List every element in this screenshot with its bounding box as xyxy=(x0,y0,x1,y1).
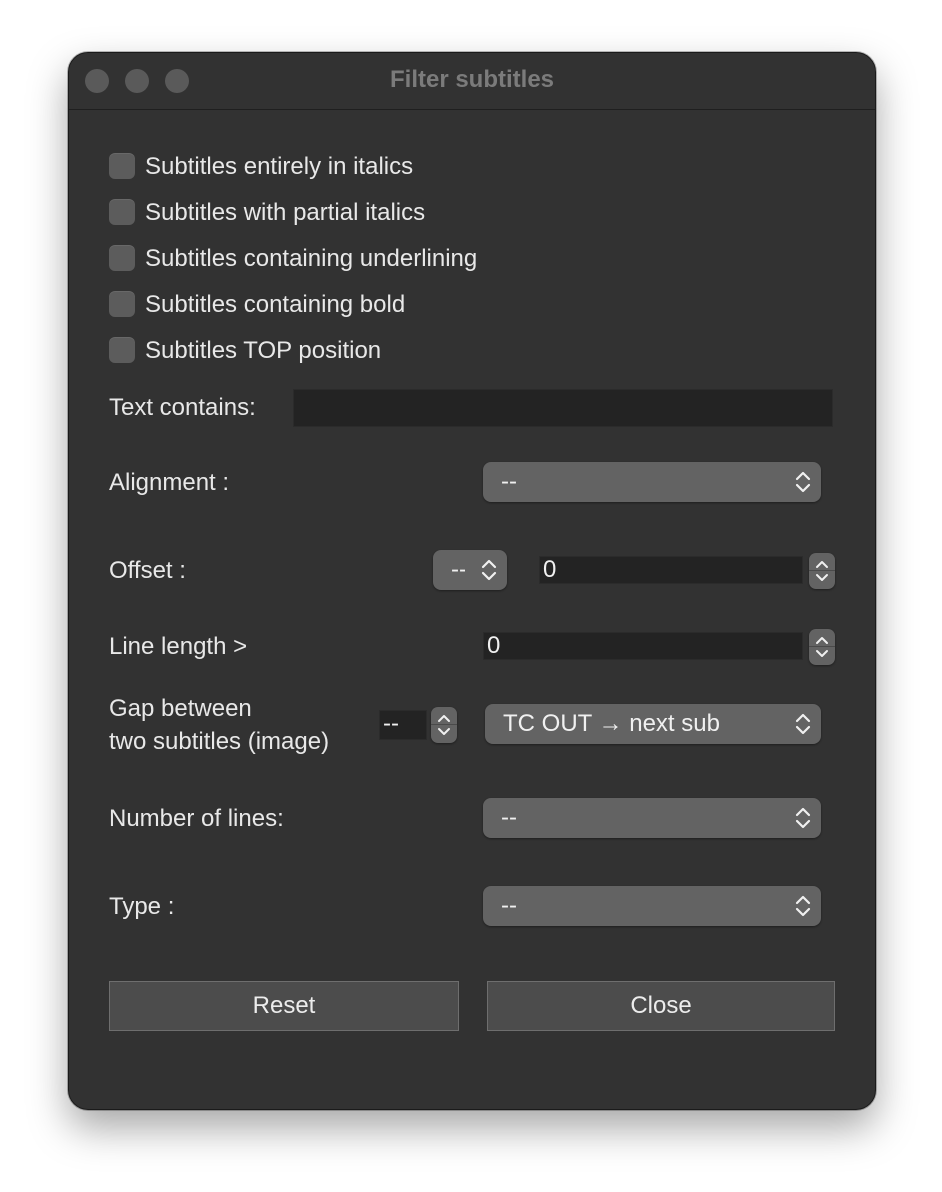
close-button[interactable]: Close xyxy=(487,981,835,1031)
chevron-down-icon[interactable] xyxy=(814,573,830,583)
partial-italics-checkbox-label: Subtitles with partial italics xyxy=(145,199,426,226)
stepper-divider xyxy=(809,570,835,571)
line-length-input[interactable]: 0 xyxy=(483,632,803,660)
gap-label-line2: two subtitles (image) xyxy=(109,728,330,755)
offset-stepper[interactable] xyxy=(809,553,835,589)
gap-input[interactable]: -- xyxy=(379,710,427,740)
alignment-select-value: -- xyxy=(501,468,517,495)
chevron-down-icon[interactable] xyxy=(436,727,452,737)
type-label: Type : xyxy=(109,893,175,920)
alignment-label: Alignment : xyxy=(109,469,230,496)
bold-checkbox[interactable] xyxy=(109,291,135,317)
stepper-divider xyxy=(431,724,457,725)
bold-checkbox-label: Subtitles containing bold xyxy=(145,291,406,318)
offset-mode-value: -- xyxy=(451,556,465,583)
offset-label: Offset : xyxy=(109,557,186,584)
number-of-lines-label: Number of lines: xyxy=(109,805,284,832)
chevron-up-down-icon xyxy=(481,559,497,581)
number-of-lines-select[interactable]: -- xyxy=(483,798,821,838)
line-length-stepper[interactable] xyxy=(809,629,835,665)
stepper-divider xyxy=(809,646,835,647)
text-contains-input[interactable] xyxy=(293,389,833,427)
partial-italics-checkbox[interactable] xyxy=(109,199,135,225)
gap-label-line1: Gap between xyxy=(109,695,252,722)
top-position-checkbox-label: Subtitles TOP position xyxy=(145,337,382,364)
gap-stepper[interactable] xyxy=(431,707,457,743)
gap-mode-select[interactable]: TC OUT → next sub xyxy=(485,704,821,744)
filter-subtitles-window: Filter subtitles Subtitles entirely in i… xyxy=(68,52,876,1110)
chevron-up-down-icon xyxy=(795,713,811,735)
text-contains-label: Text contains: xyxy=(109,394,256,421)
chevron-up-down-icon xyxy=(795,895,811,917)
chevron-up-down-icon xyxy=(795,807,811,829)
window-title: Filter subtitles xyxy=(389,66,555,93)
offset-mode-select[interactable]: -- xyxy=(433,550,507,590)
italics-checkbox[interactable] xyxy=(109,153,135,179)
chevron-down-icon[interactable] xyxy=(814,649,830,659)
reset-button[interactable]: Reset xyxy=(109,981,459,1031)
offset-input[interactable]: 0 xyxy=(539,556,803,584)
italics-checkbox-label: Subtitles entirely in italics xyxy=(145,153,414,180)
alignment-select[interactable]: -- xyxy=(483,462,821,502)
type-select[interactable]: -- xyxy=(483,886,821,926)
top-position-checkbox[interactable] xyxy=(109,337,135,363)
number-of-lines-value: -- xyxy=(501,804,517,831)
type-value: -- xyxy=(501,892,517,919)
gap-mode-value: TC OUT → next sub xyxy=(503,710,720,737)
chevron-up-icon[interactable] xyxy=(814,559,830,569)
chevron-up-down-icon xyxy=(795,471,811,493)
chevron-up-icon[interactable] xyxy=(814,635,830,645)
underlining-checkbox[interactable] xyxy=(109,245,135,271)
line-length-label: Line length > xyxy=(109,633,248,660)
underlining-checkbox-label: Subtitles containing underlining xyxy=(145,245,478,272)
chevron-up-icon[interactable] xyxy=(436,713,452,723)
title-bar: Filter subtitles xyxy=(69,53,875,110)
